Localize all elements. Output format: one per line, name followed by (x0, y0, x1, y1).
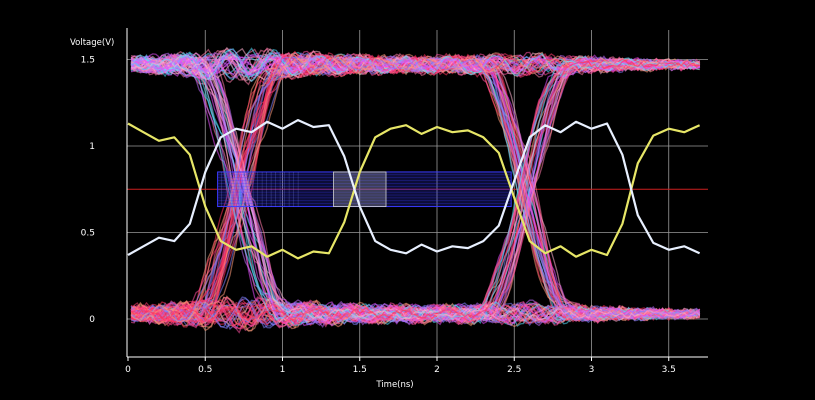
y-tick-label-2: 1 (89, 142, 95, 152)
y-tick-label-1: 0.5 (81, 229, 95, 239)
y-tick-label-0: 0 (89, 315, 95, 325)
x-tick-label-5: 2.5 (507, 365, 521, 375)
y-axis-label: Voltage(V) (70, 38, 114, 48)
x-tick-label-0: 0 (125, 365, 131, 375)
center-window (333, 171, 387, 207)
x-tick-label-1: 0.5 (198, 365, 212, 375)
x-tick-label-3: 1.5 (353, 365, 367, 375)
y-tick-label-3: 1.5 (81, 56, 95, 66)
eye-mask (217, 171, 512, 208)
x-tick-label-2: 1 (280, 365, 286, 375)
eye-diagram-chart: 0 0.5 1 1.5 2 2.5 3 3.5 0 0.5 1 1.5 Voltage(V) Time… (0, 0, 815, 400)
x-axis-label: Time(ns) (375, 380, 413, 390)
x-tick-label-6: 3 (589, 365, 595, 375)
x-tick-label-4: 2 (434, 365, 440, 375)
x-tick-label-7: 3.5 (662, 365, 676, 375)
